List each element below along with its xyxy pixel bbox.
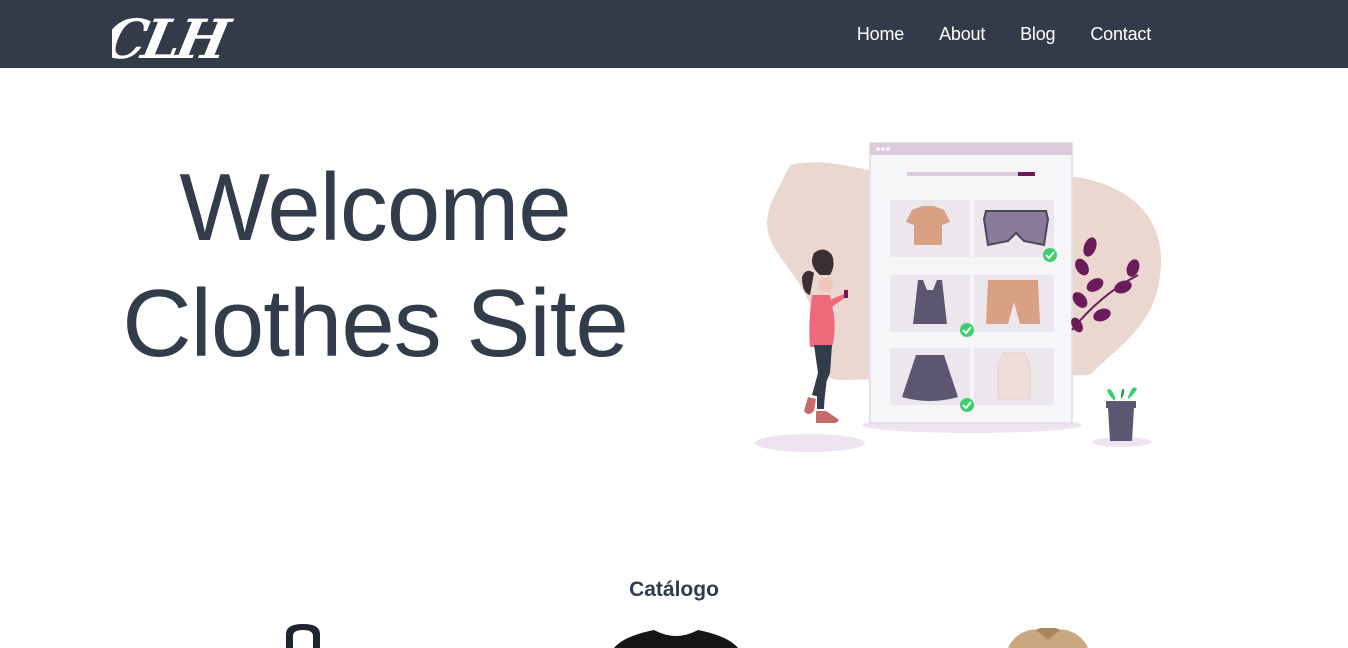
brand-logo-text: CLH	[112, 8, 238, 66]
shadow	[755, 434, 865, 452]
check-icon	[960, 323, 974, 337]
hero-title: Welcome Clothes Site	[100, 150, 650, 382]
vest-icon	[997, 352, 1031, 400]
jacket-icon[interactable]	[1008, 622, 1088, 648]
catalog-title: Catálogo	[629, 578, 719, 601]
browser-bar	[870, 143, 1072, 155]
search-bar	[907, 172, 1035, 176]
potted-plant-icon	[1106, 387, 1137, 441]
online-shopping-illustration	[755, 142, 1162, 452]
nav-blog-link[interactable]: Blog	[1020, 24, 1055, 45]
hoodie-icon[interactable]	[280, 622, 326, 648]
hero-title-line-1: Welcome	[179, 154, 571, 261]
hero-title-line-2: Clothes Site	[122, 270, 629, 377]
nav-about-link[interactable]: About	[939, 24, 985, 45]
main-nav: Home About Blog Contact	[857, 0, 1151, 68]
nav-home-link[interactable]: Home	[857, 24, 904, 45]
navbar: CLH Home About Blog Contact	[0, 0, 1348, 68]
check-icon	[1043, 248, 1057, 262]
nav-contact-link[interactable]: Contact	[1090, 24, 1151, 45]
t-shirt-icon[interactable]	[614, 622, 738, 648]
check-icon	[960, 398, 974, 412]
brand-logo[interactable]: CLH	[112, 4, 242, 66]
